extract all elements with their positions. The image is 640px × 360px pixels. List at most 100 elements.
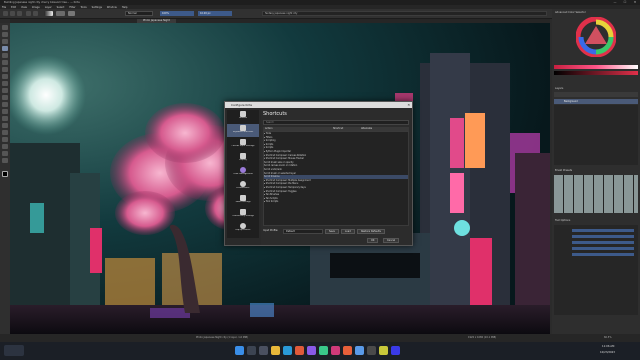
fill-tool-icon[interactable] <box>2 123 8 128</box>
tool-option-slider[interactable] <box>572 229 634 232</box>
layer-blend-row[interactable] <box>554 92 638 97</box>
layers-title: Layers <box>555 87 564 90</box>
tool-option-slider[interactable] <box>572 241 634 244</box>
app-icon[interactable] <box>295 346 304 355</box>
cancel-button[interactable]: Cancel <box>383 238 400 243</box>
brush-preset-grid[interactable] <box>554 175 638 213</box>
value-slider[interactable] <box>554 71 638 75</box>
tool-option-slider[interactable] <box>572 235 634 238</box>
color-picker-tool-icon[interactable] <box>2 116 8 121</box>
sidebar-item-display[interactable]: Display <box>227 152 259 165</box>
transform-tool-icon[interactable] <box>2 88 8 93</box>
ellipse-select-tool-icon[interactable] <box>2 151 8 156</box>
blending-mode-select[interactable]: Normal <box>125 11 153 16</box>
sidebar-item-canvas-only[interactable]: Canvas-only settings <box>227 208 259 221</box>
taskbar: 11:06 AM 10/23/2023 <box>0 342 640 360</box>
toolbox <box>0 23 10 343</box>
input-profile-label: Input Profile: <box>263 229 279 232</box>
brush-presets-title: Brush Presets <box>555 169 573 172</box>
save-icon[interactable] <box>17 11 22 16</box>
path-tool-icon[interactable] <box>2 81 8 86</box>
rectangle-tool-icon[interactable] <box>2 60 8 65</box>
new-document-icon[interactable] <box>3 11 8 16</box>
load-scheme-button[interactable]: Load <box>341 228 355 234</box>
color-selector-title: Advanced Color Selector <box>555 11 586 14</box>
tool-options-title: Tool Options <box>555 219 571 222</box>
search-icon[interactable] <box>247 346 256 355</box>
settings-page: Shortcuts Search Action Shortcut Alterna… <box>261 110 411 245</box>
app-icon[interactable] <box>343 346 352 355</box>
opacity-slider[interactable]: 100% <box>160 11 194 16</box>
krita-icon[interactable] <box>355 346 364 355</box>
start-icon[interactable] <box>235 346 244 355</box>
file-explorer-icon[interactable] <box>271 346 280 355</box>
app-icon[interactable] <box>391 346 400 355</box>
sidebar-item-canvas-input[interactable]: Canvas Input Settings <box>227 138 259 151</box>
input-profile-select[interactable]: Default <box>283 228 323 234</box>
weather-widget[interactable] <box>4 345 24 356</box>
tool-option-slider[interactable] <box>572 253 634 256</box>
polygon-tool-icon[interactable] <box>2 74 8 79</box>
restore-defaults-button[interactable]: Restore Defaults <box>357 228 385 234</box>
image-size: 1920 x 1080 (10.1 MiB) <box>468 336 497 339</box>
move-tool-icon[interactable] <box>2 95 8 100</box>
sidebar-item-keyboard-shortcuts[interactable]: Keyboard Shortcuts <box>227 124 259 137</box>
line-tool-icon[interactable] <box>2 53 8 58</box>
clock-time[interactable]: 11:06 AM <box>602 345 614 348</box>
search-input[interactable]: Search <box>263 120 409 125</box>
edit-shapes-tool-icon[interactable] <box>2 39 8 44</box>
color-wheel[interactable] <box>576 17 616 57</box>
configure-dialog: Configure Krita ✕ General Keyboard Short… <box>224 101 413 246</box>
freehand-brush-tool-icon[interactable] <box>2 46 8 51</box>
redo-icon[interactable] <box>33 11 38 16</box>
app-icon[interactable] <box>379 346 388 355</box>
foreground-color-swatch[interactable] <box>2 171 8 177</box>
text-tool-icon[interactable] <box>2 32 8 37</box>
sidebar-item-color-management[interactable]: Color Management <box>227 166 259 179</box>
tool-options-panel <box>554 225 638 315</box>
app-icon[interactable] <box>331 346 340 355</box>
settings-sidebar: General Keyboard Shortcuts Canvas Input … <box>227 110 259 238</box>
app-icon[interactable] <box>367 346 376 355</box>
undo-icon[interactable] <box>26 11 31 16</box>
clock-date[interactable]: 10/23/2023 <box>600 351 615 354</box>
sidebar-item-general[interactable]: General <box>227 110 259 123</box>
dialog-close-icon[interactable]: ✕ <box>407 102 410 108</box>
zoom-tool-icon[interactable] <box>2 130 8 135</box>
shortcut-tree: ▸ Tools ▸ Filters ▾ Scripting ▸ Scripts … <box>263 131 409 226</box>
sidebar-item-tablet[interactable]: Tablet settings <box>227 194 259 207</box>
pattern-selector[interactable] <box>56 11 65 16</box>
zoom-level[interactable]: 60.5% <box>604 334 612 342</box>
task-view-icon[interactable] <box>259 346 268 355</box>
tree-row[interactable]: ▸ Tool Scripts <box>264 200 408 204</box>
select-shapes-tool-icon[interactable] <box>2 25 8 30</box>
layer-list <box>554 105 638 165</box>
ellipse-tool-icon[interactable] <box>2 67 8 72</box>
sidebar-item-performance[interactable]: Performance <box>227 180 259 193</box>
crop-tool-icon[interactable] <box>2 102 8 107</box>
pan-tool-icon[interactable] <box>2 137 8 142</box>
open-document-icon[interactable] <box>10 11 15 16</box>
rect-select-tool-icon[interactable] <box>2 144 8 149</box>
app-icon[interactable] <box>319 346 328 355</box>
dialog-title: Configure Krita <box>225 102 412 108</box>
gradient-selector[interactable] <box>44 11 53 16</box>
layer-name-field[interactable]: fantasy japanese night city <box>262 11 547 16</box>
edge-icon[interactable] <box>283 346 292 355</box>
page-title: Shortcuts <box>263 111 287 117</box>
hue-slider[interactable] <box>554 65 638 69</box>
status-bar: Photo Japanese Night city (1 layer, 1.6 … <box>0 334 640 342</box>
right-docker: Advanced Color Selector Layers Backgroun… <box>552 9 640 334</box>
brush-preset-selector[interactable] <box>68 11 75 16</box>
lasso-select-tool-icon[interactable] <box>2 158 8 163</box>
ok-button[interactable]: OK <box>367 238 379 243</box>
save-scheme-button[interactable]: Save <box>325 228 339 234</box>
size-slider[interactable]: 10.00 px <box>198 11 232 16</box>
tool-option-slider[interactable] <box>572 247 634 250</box>
toolbar: Normal 100% 10.00 px fantasy japanese ni… <box>0 9 640 19</box>
document-info: Photo Japanese Night city (1 layer, 1.6 … <box>196 336 249 339</box>
gradient-tool-icon[interactable] <box>2 109 8 114</box>
app-icon[interactable] <box>307 346 316 355</box>
layer-row-background[interactable]: Background <box>554 99 638 104</box>
sidebar-item-popup-palette[interactable]: Pop-up Palette <box>227 222 259 235</box>
